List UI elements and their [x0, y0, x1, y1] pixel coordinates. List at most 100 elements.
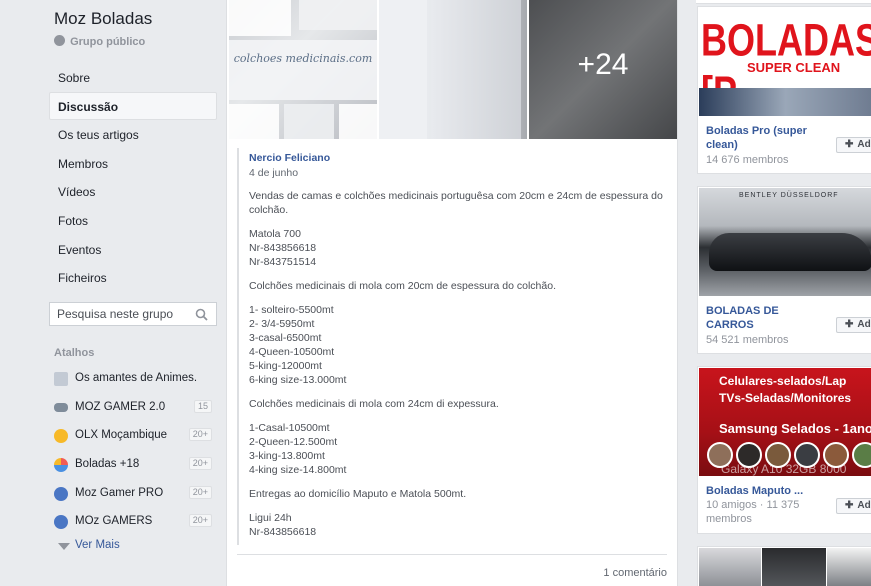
shortcut-badge: 20+	[188, 485, 212, 499]
group-search	[49, 302, 217, 326]
post-paragraph: Matola 700 Nr-843856618 Nr-843751514	[249, 228, 317, 268]
shortcut-label: MOZ GAMER 2.0	[75, 400, 166, 413]
friend-avatars	[707, 442, 871, 470]
suggested-group-name[interactable]: Boladas Maputo ...	[706, 484, 816, 498]
shortcuts-list: Os amantes de Animes. MOZ GAMER 2.0 15 O…	[54, 364, 214, 536]
cover-line: Samsung Selados - 1ano	[719, 421, 871, 436]
group-cover-image[interactable]	[827, 548, 871, 586]
post-paragraph: Entregas ao domicílio Maputo e Matola 50…	[249, 488, 467, 500]
mattress-image	[431, 0, 521, 139]
photo-collage	[229, 0, 377, 139]
shortcut-label: Moz Gamer PRO	[75, 486, 164, 499]
join-group-button[interactable]: ✚ Ad	[836, 498, 871, 514]
group-name[interactable]: Moz Boladas	[54, 9, 152, 29]
nav-item-membros[interactable]: Membros	[49, 149, 217, 178]
group-search-input[interactable]	[50, 303, 190, 325]
photo-watermark: colchoes medicinais.com	[233, 52, 373, 65]
nav-item-ficheiros[interactable]: Ficheiros	[49, 263, 217, 292]
avatar	[794, 442, 820, 468]
post-paragraph: Vendas de camas e colchões medicinais po…	[249, 190, 663, 216]
nav-item-artigos[interactable]: Os teus artigos	[49, 120, 217, 149]
post-photo[interactable]	[379, 0, 527, 139]
see-more-link[interactable]: Ver Mais	[58, 539, 120, 551]
group-avatar-icon	[54, 429, 68, 444]
suggested-group-name[interactable]: BOLADAS DE CARROS	[706, 304, 816, 332]
shortcut-label: Boladas +18	[75, 458, 140, 471]
shortcut-label: OLX Moçambique	[75, 429, 168, 442]
join-label: Ad	[857, 500, 871, 511]
globe-icon	[54, 35, 65, 46]
nav-item-discussao[interactable]: Discussão	[49, 91, 217, 121]
post-body: Nercio Feliciano 4 de junho Vendas de ca…	[237, 148, 667, 545]
group-nav: Sobre Discussão Os teus artigos Membros …	[49, 63, 217, 292]
cover-line: Celulares-selados/Lap	[719, 374, 847, 388]
shortcut-item[interactable]: OLX Moçambique 20+	[54, 421, 214, 450]
shortcut-badge: 20+	[188, 457, 212, 471]
search-icon[interactable]	[195, 308, 208, 321]
post-paragraph: Colchões medicinais di mola com 20cm de …	[249, 280, 556, 292]
group-cover-image[interactable]	[762, 548, 826, 586]
cover-strip	[699, 88, 871, 116]
join-group-button[interactable]: ✚ Ad	[836, 137, 871, 153]
avatar	[765, 442, 791, 468]
divider	[696, 0, 871, 4]
flag-icon	[54, 372, 68, 386]
post-paragraph: 1- solteiro-5500mt 2- 3/4-5950mt 3-casal…	[249, 304, 347, 386]
plus-icon: ✚	[845, 319, 854, 330]
shortcut-badge: 20+	[188, 514, 212, 528]
post-photos: colchoes medicinais.com +24	[229, 0, 677, 139]
post-date[interactable]: 4 de junho	[249, 167, 667, 179]
suggested-group-card: BENTLEY DÜSSELDORF BOLADAS DE CARROS 54 …	[697, 186, 871, 354]
nav-item-fotos[interactable]: Fotos	[49, 206, 217, 235]
suggested-group-card	[697, 546, 871, 586]
comment-count[interactable]: 1 comentário	[603, 567, 667, 579]
suggested-group-card: BOLADAS [P SUPER CLEAN Boladas Pro (supe…	[697, 6, 871, 174]
join-label: Ad	[857, 319, 871, 330]
group-cover-image[interactable]	[699, 548, 761, 586]
nav-item-sobre[interactable]: Sobre	[49, 63, 217, 92]
group-cover-image[interactable]: BENTLEY DÜSSELDORF	[699, 188, 871, 296]
cover-subtitle: SUPER CLEAN	[747, 60, 841, 75]
more-photos-count: +24	[529, 0, 677, 139]
shortcut-item[interactable]: MOz GAMERS 20+	[54, 507, 214, 536]
group-cover-image[interactable]: Celulares-selados/Lap TVs-Seladas/Monito…	[699, 368, 871, 476]
suggested-group-members: 10 amigos · 11 375 membros	[706, 499, 800, 525]
shortcut-item[interactable]: Os amantes de Animes.	[54, 364, 214, 393]
left-sidebar: Moz Boladas Grupo público Sobre Discussã…	[0, 0, 226, 586]
avatar	[823, 442, 849, 468]
nav-item-videos[interactable]: Vídeos	[49, 177, 217, 206]
cover-line: TVs-Seladas/Monitores	[719, 391, 852, 405]
post-paragraph: Colchões medicinais di mola com 24cm di …	[249, 398, 499, 410]
shortcut-item[interactable]: Moz Gamer PRO 20+	[54, 479, 214, 508]
post-footer: 1 comentário	[237, 554, 667, 579]
shortcut-item[interactable]: MOZ GAMER 2.0 15	[54, 393, 214, 422]
post-photo[interactable]: colchoes medicinais.com	[229, 0, 377, 139]
post-paragraph: 1-Casal-10500mt 2-Queen-12.500mt 3-king-…	[249, 422, 347, 476]
post-author[interactable]: Nercio Feliciano	[249, 152, 667, 164]
shortcut-label: MOz GAMERS	[75, 515, 153, 528]
nav-item-eventos[interactable]: Eventos	[49, 235, 217, 264]
pie-avatar-icon	[54, 458, 68, 473]
suggested-group-name[interactable]: Boladas Pro (super clean)	[706, 124, 816, 152]
group-privacy-label: Grupo público	[70, 36, 146, 48]
plus-icon: ✚	[845, 139, 854, 150]
post-card: colchoes medicinais.com +24 Nercio Felic…	[226, 0, 678, 586]
shortcut-label: Os amantes de Animes.	[75, 372, 198, 384]
shortcut-item[interactable]: Boladas +18 20+	[54, 450, 214, 479]
group-privacy: Grupo público	[54, 35, 145, 48]
suggested-group-members: 14 676 membros	[706, 154, 789, 166]
shortcuts-title: Atalhos	[54, 347, 95, 359]
post-photo-more[interactable]: +24	[529, 0, 677, 139]
group-icon	[54, 486, 68, 501]
cover-sign: BENTLEY DÜSSELDORF	[739, 192, 839, 199]
shortcut-badge: 20+	[188, 428, 212, 442]
mattress-image	[379, 0, 427, 139]
join-group-button[interactable]: ✚ Ad	[836, 317, 871, 333]
group-cover-image[interactable]: BOLADAS [P SUPER CLEAN	[699, 8, 871, 116]
gamepad-icon	[54, 402, 68, 412]
post-paragraph: Ligui 24h Nr-843856618	[249, 512, 317, 538]
shortcut-badge: 15	[193, 399, 212, 413]
avatar	[707, 442, 733, 468]
suggested-groups: BOLADAS [P SUPER CLEAN Boladas Pro (supe…	[678, 0, 871, 586]
suggested-group-members: 54 521 membros	[706, 334, 789, 346]
